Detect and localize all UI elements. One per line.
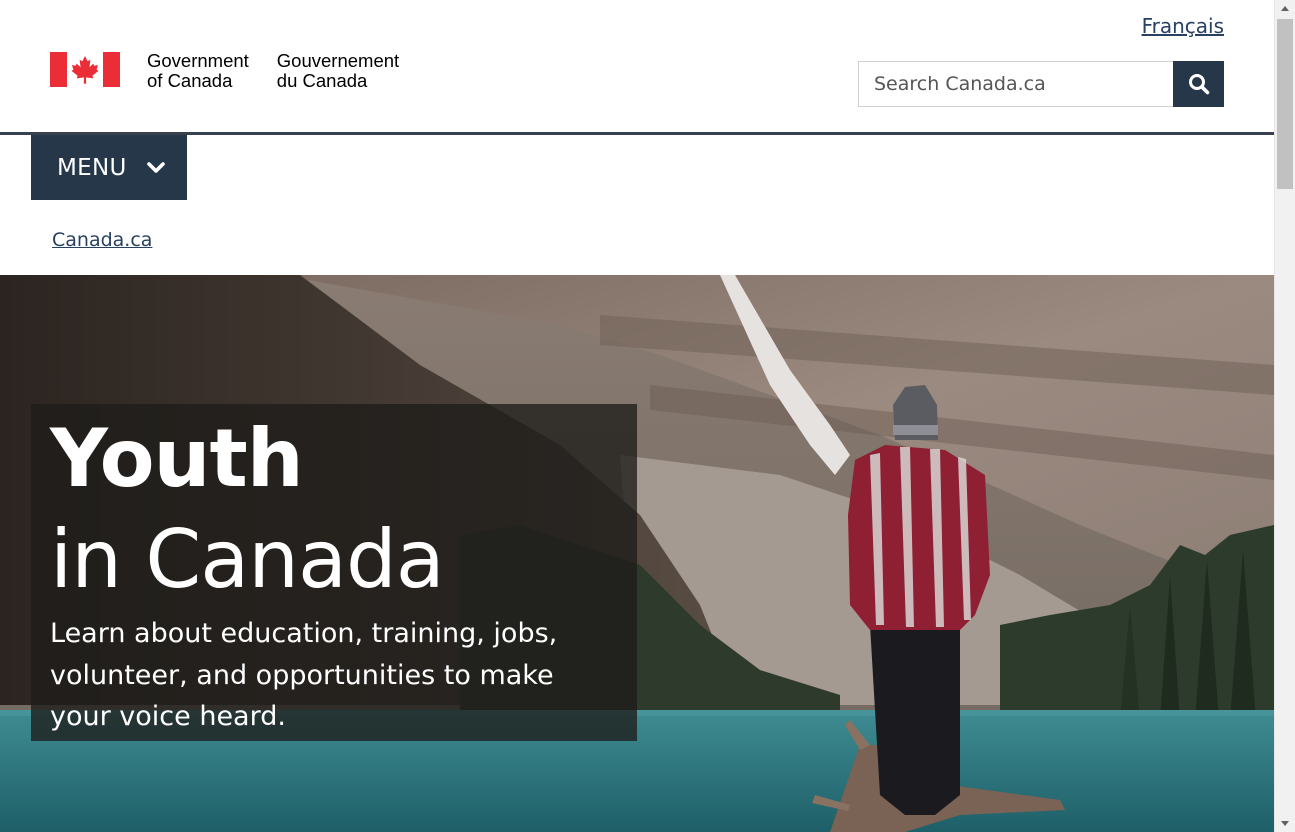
menu-label: MENU xyxy=(57,154,127,181)
menu-button[interactable]: MENU xyxy=(31,135,187,200)
page: Français Government of Canada Gouverneme… xyxy=(0,0,1274,832)
breadcrumb: Canada.ca xyxy=(52,229,152,251)
hero-title-line-2: in Canada xyxy=(50,513,445,606)
search-input[interactable] xyxy=(858,61,1173,107)
breadcrumb-item-canada[interactable]: Canada.ca xyxy=(52,229,152,251)
wordmark-french: Gouvernement du Canada xyxy=(276,50,400,91)
scroll-down-arrow-icon[interactable] xyxy=(1275,815,1295,832)
vertical-scrollbar[interactable] xyxy=(1274,0,1295,832)
maple-leaf-flag-icon xyxy=(50,52,120,87)
search-button[interactable] xyxy=(1173,61,1224,107)
hero-title-line-1: Youth xyxy=(50,412,304,505)
chevron-down-icon xyxy=(146,161,165,174)
hero-title: Youth in Canada xyxy=(50,408,618,610)
search-icon xyxy=(1188,74,1209,95)
hero-banner: Youth in Canada Learn about education, t… xyxy=(0,275,1274,832)
wordmark-english: Government of Canada xyxy=(147,50,249,91)
scroll-up-arrow-icon[interactable] xyxy=(1275,0,1295,17)
hero-lead-text: Learn about education, training, jobs, v… xyxy=(50,618,558,732)
header-divider xyxy=(0,132,1274,135)
hero-text-panel: Youth in Canada Learn about education, t… xyxy=(31,404,637,741)
wordmark: Government of Canada Gouvernement du Can… xyxy=(147,51,427,91)
language-toggle-link[interactable]: Français xyxy=(1142,14,1224,38)
government-of-canada-signature[interactable]: Government of Canada Gouvernement du Can… xyxy=(50,51,427,91)
search-form xyxy=(858,61,1224,107)
scrollbar-thumb[interactable] xyxy=(1277,19,1293,189)
